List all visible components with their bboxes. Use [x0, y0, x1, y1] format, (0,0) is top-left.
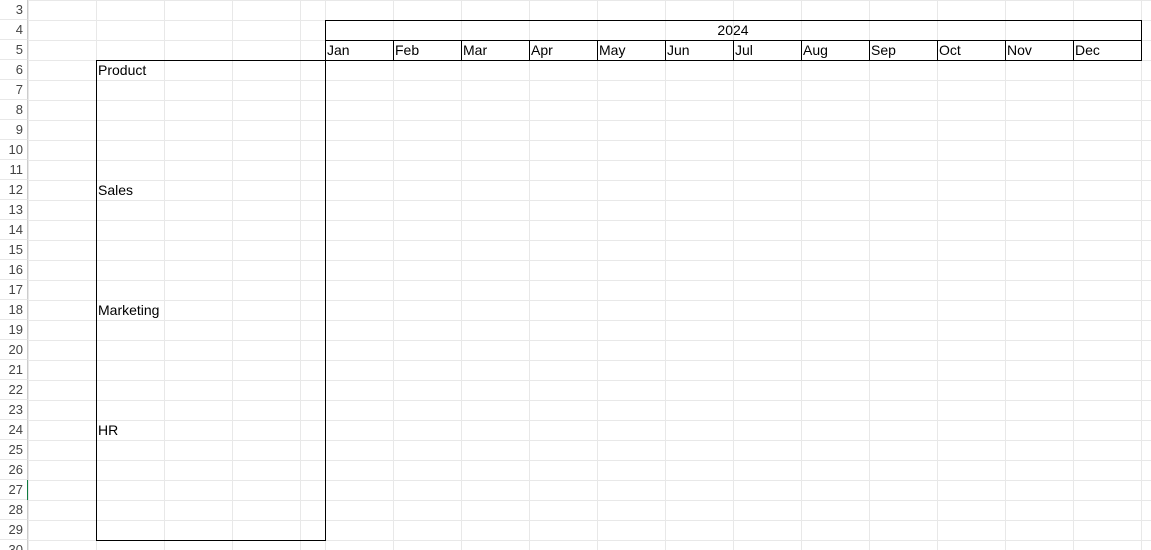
row-header[interactable]: 15	[0, 240, 28, 260]
row-header[interactable]: 25	[0, 440, 28, 460]
row-header[interactable]: 4	[0, 20, 28, 40]
row-header[interactable]: 13	[0, 200, 28, 220]
month-header[interactable]: Nov	[1005, 40, 1073, 60]
row-header[interactable]: 24	[0, 420, 28, 440]
row-header[interactable]: 11	[0, 160, 28, 180]
month-header[interactable]: Jul	[733, 40, 801, 60]
row-header[interactable]: 10	[0, 140, 28, 160]
month-header[interactable]: May	[597, 40, 665, 60]
row-header[interactable]: 27	[0, 480, 28, 500]
row-header-gutter: 3456789101112131415161718192021222324252…	[0, 0, 28, 550]
row-header[interactable]: 16	[0, 260, 28, 280]
month-header[interactable]: Sep	[869, 40, 937, 60]
row-header[interactable]: 3	[0, 0, 28, 20]
row-header[interactable]: 26	[0, 460, 28, 480]
row-header[interactable]: 21	[0, 360, 28, 380]
row-header[interactable]: 19	[0, 320, 28, 340]
month-header[interactable]: Aug	[801, 40, 869, 60]
row-header[interactable]: 17	[0, 280, 28, 300]
category-label[interactable]: Product	[96, 60, 325, 80]
row-header[interactable]: 23	[0, 400, 28, 420]
row-header[interactable]: 8	[0, 100, 28, 120]
month-header[interactable]: Oct	[937, 40, 1005, 60]
month-header[interactable]: Jun	[665, 40, 733, 60]
month-header[interactable]: Dec	[1073, 40, 1141, 60]
gridlines-vertical	[28, 0, 1151, 550]
year-header[interactable]: 2024	[325, 20, 1141, 40]
month-header[interactable]: Mar	[461, 40, 529, 60]
category-label[interactable]: HR	[96, 420, 325, 440]
row-header[interactable]: 22	[0, 380, 28, 400]
row-header[interactable]: 14	[0, 220, 28, 240]
month-header[interactable]: Apr	[529, 40, 597, 60]
category-label[interactable]: Sales	[96, 180, 325, 200]
row-header[interactable]: 28	[0, 500, 28, 520]
row-header[interactable]: 12	[0, 180, 28, 200]
month-header[interactable]: Feb	[393, 40, 461, 60]
grid-area[interactable]: 2024JanFebMarAprMayJunJulAugSepOctNovDec…	[28, 0, 1151, 550]
row-header[interactable]: 29	[0, 520, 28, 540]
row-header[interactable]: 5	[0, 40, 28, 60]
row-header[interactable]: 20	[0, 340, 28, 360]
category-label[interactable]: Marketing	[96, 300, 325, 320]
month-header[interactable]: Jan	[325, 40, 393, 60]
gridlines-horizontal	[28, 0, 1151, 550]
row-header[interactable]: 9	[0, 120, 28, 140]
row-header[interactable]: 18	[0, 300, 28, 320]
row-header[interactable]: 30	[0, 540, 28, 550]
row-header[interactable]: 7	[0, 80, 28, 100]
spreadsheet-viewport[interactable]: 3456789101112131415161718192021222324252…	[0, 0, 1151, 550]
row-header[interactable]: 6	[0, 60, 28, 80]
